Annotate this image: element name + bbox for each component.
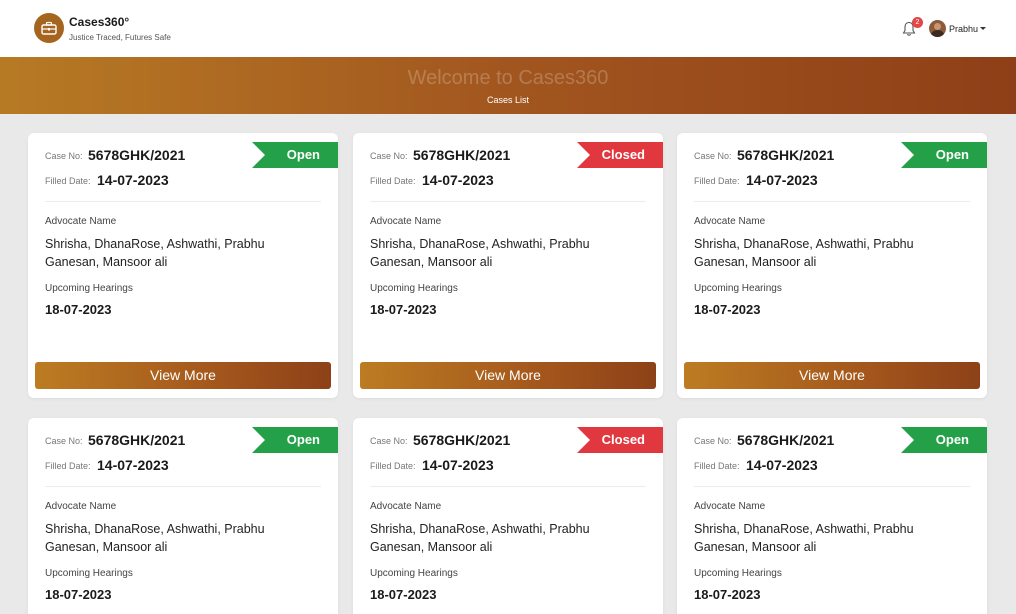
view-more-button[interactable]: View More: [35, 362, 331, 389]
caret-down-icon[interactable]: [980, 27, 986, 30]
case-number: 5678GHK/2021: [737, 432, 835, 448]
divider: [694, 486, 970, 487]
user-avatar[interactable]: [929, 20, 946, 37]
hearing-date: 18-07-2023: [45, 587, 112, 602]
case-no-label: Case No:: [370, 436, 408, 446]
advocate-name-label: Advocate Name: [370, 216, 442, 227]
status-badge: Open: [901, 427, 987, 453]
notification-count-badge: 2: [912, 17, 923, 28]
divider: [45, 201, 321, 202]
upcoming-hearings-label: Upcoming Hearings: [45, 283, 133, 294]
filled-date-label: Filled Date:: [370, 176, 416, 186]
status-badge: Closed: [577, 427, 663, 453]
advocate-names: Shrisha, DhanaRose, Ashwathi, Prabhu Gan…: [694, 237, 914, 269]
case-number: 5678GHK/2021: [88, 147, 186, 163]
filled-date-label: Filled Date:: [45, 461, 91, 471]
status-badge: Open: [901, 142, 987, 168]
filled-date: 14-07-2023: [97, 457, 169, 473]
advocate-name-label: Advocate Name: [45, 216, 117, 227]
hearing-date: 18-07-2023: [370, 302, 437, 317]
banner-title: Welcome to Cases360: [407, 67, 609, 89]
filled-date: 14-07-2023: [746, 172, 818, 188]
advocate-name-label: Advocate Name: [694, 216, 766, 227]
advocate-names: Shrisha, DhanaRose, Ashwathi, Prabhu Gan…: [370, 522, 590, 554]
upcoming-hearings-label: Upcoming Hearings: [370, 283, 458, 294]
case-card: Open Case No: 5678GHK/2021 Filled Date: …: [677, 418, 987, 614]
status-badge: Open: [252, 427, 338, 453]
advocate-names: Shrisha, DhanaRose, Ashwathi, Prabhu Gan…: [45, 522, 265, 554]
filled-date: 14-07-2023: [746, 457, 818, 473]
case-number: 5678GHK/2021: [413, 147, 511, 163]
case-no-label: Case No:: [370, 151, 408, 161]
avatar-torso: [931, 30, 944, 37]
view-more-button[interactable]: View More: [684, 362, 980, 389]
user-name-label[interactable]: Prabhu: [949, 24, 978, 34]
filled-date: 14-07-2023: [422, 172, 494, 188]
briefcase-logo-icon[interactable]: [34, 13, 64, 43]
banner-subtitle: Cases List: [486, 95, 530, 105]
case-number: 5678GHK/2021: [88, 432, 186, 448]
upcoming-hearings-label: Upcoming Hearings: [45, 568, 133, 579]
upcoming-hearings-label: Upcoming Hearings: [694, 283, 782, 294]
divider: [694, 201, 970, 202]
view-more-button[interactable]: View More: [360, 362, 656, 389]
status-badge: Open: [252, 142, 338, 168]
case-no-label: Case No:: [694, 436, 732, 446]
advocate-names: Shrisha, DhanaRose, Ashwathi, Prabhu Gan…: [45, 237, 265, 269]
upcoming-hearings-label: Upcoming Hearings: [370, 568, 458, 579]
divider: [370, 201, 646, 202]
advocate-name-label: Advocate Name: [370, 501, 442, 512]
filled-date: 14-07-2023: [422, 457, 494, 473]
advocate-name-label: Advocate Name: [45, 501, 117, 512]
top-header: Cases360° Justice Traced, Futures Safe 2…: [0, 0, 1016, 57]
avatar-head: [934, 23, 941, 30]
case-no-label: Case No:: [45, 436, 83, 446]
status-badge: Closed: [577, 142, 663, 168]
case-number: 5678GHK/2021: [413, 432, 511, 448]
case-card: Closed Case No: 5678GHK/2021 Filled Date…: [353, 133, 663, 398]
case-card: Closed Case No: 5678GHK/2021 Filled Date…: [353, 418, 663, 614]
case-card: Open Case No: 5678GHK/2021 Filled Date: …: [677, 133, 987, 398]
hearing-date: 18-07-2023: [694, 587, 761, 602]
case-card: Open Case No: 5678GHK/2021 Filled Date: …: [28, 133, 338, 398]
filled-date: 14-07-2023: [97, 172, 169, 188]
hearing-date: 18-07-2023: [45, 302, 112, 317]
divider: [370, 486, 646, 487]
divider: [45, 486, 321, 487]
filled-date-label: Filled Date:: [694, 461, 740, 471]
welcome-banner: Welcome to Cases360 Cases List: [0, 57, 1016, 114]
upcoming-hearings-label: Upcoming Hearings: [694, 568, 782, 579]
case-card: Open Case No: 5678GHK/2021 Filled Date: …: [28, 418, 338, 614]
advocate-names: Shrisha, DhanaRose, Ashwathi, Prabhu Gan…: [694, 522, 914, 554]
hearing-date: 18-07-2023: [370, 587, 437, 602]
case-no-label: Case No:: [694, 151, 732, 161]
filled-date-label: Filled Date:: [45, 176, 91, 186]
case-number: 5678GHK/2021: [737, 147, 835, 163]
app-frame: Cases360° Justice Traced, Futures Safe 2…: [0, 0, 1016, 614]
brand-tagline: Justice Traced, Futures Safe: [69, 33, 171, 42]
advocate-name-label: Advocate Name: [694, 501, 766, 512]
filled-date-label: Filled Date:: [370, 461, 416, 471]
case-no-label: Case No:: [45, 151, 83, 161]
advocate-names: Shrisha, DhanaRose, Ashwathi, Prabhu Gan…: [370, 237, 590, 269]
hearing-date: 18-07-2023: [694, 302, 761, 317]
brand-title: Cases360°: [69, 15, 130, 29]
filled-date-label: Filled Date:: [694, 176, 740, 186]
